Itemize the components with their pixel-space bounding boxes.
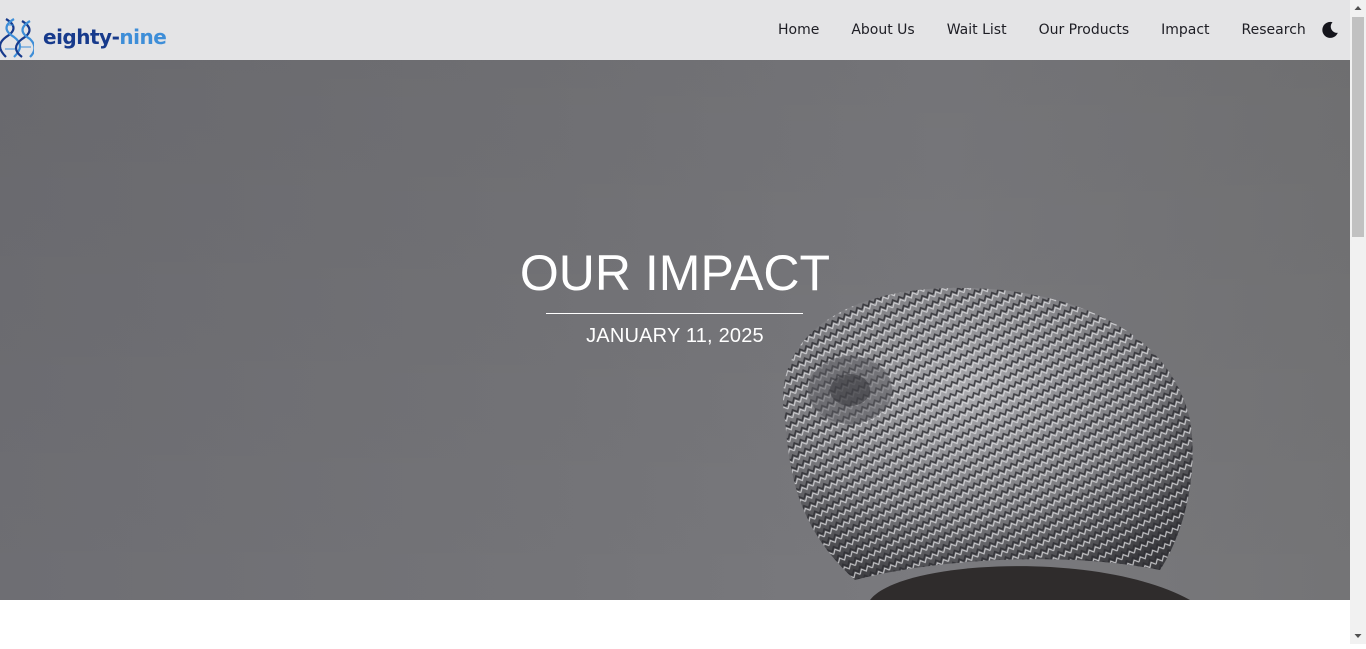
theme-toggle-button[interactable] bbox=[1320, 20, 1340, 40]
scroll-down-arrow-icon[interactable] bbox=[1350, 628, 1366, 644]
scrollbar-thumb[interactable] bbox=[1352, 17, 1364, 237]
main-nav: Home About Us Wait List Our Products Imp… bbox=[762, 0, 1322, 60]
moon-icon bbox=[1322, 21, 1338, 38]
page: eighty-nine Home About Us Wait List Our … bbox=[0, 0, 1350, 644]
brand-home-link[interactable]: eighty-nine bbox=[0, 17, 167, 59]
scroll-up-arrow-icon[interactable] bbox=[1350, 0, 1366, 16]
nav-link-wait-list[interactable]: Wait List bbox=[947, 22, 1007, 38]
hero-banner: OUR IMPACT JANUARY 11, 2025 bbox=[0, 60, 1350, 600]
nav-link-impact[interactable]: Impact bbox=[1161, 22, 1209, 38]
brand-name-part2: nine bbox=[119, 25, 167, 49]
hero-content: OUR IMPACT JANUARY 11, 2025 bbox=[0, 60, 1350, 600]
nav-link-home[interactable]: Home bbox=[778, 22, 819, 38]
page-scrollbar[interactable] bbox=[1350, 0, 1366, 644]
navbar: eighty-nine Home About Us Wait List Our … bbox=[0, 0, 1350, 60]
brand-name: eighty-nine bbox=[43, 25, 167, 49]
hero-divider bbox=[546, 313, 803, 314]
hero-title: OUR IMPACT bbox=[519, 245, 831, 301]
nav-link-about-us[interactable]: About Us bbox=[851, 22, 914, 38]
dna-helix-logo-icon bbox=[0, 18, 34, 58]
hero-date: JANUARY 11, 2025 bbox=[586, 325, 764, 347]
brand-name-part1: eighty- bbox=[43, 25, 120, 49]
nav-link-our-products[interactable]: Our Products bbox=[1039, 22, 1130, 38]
nav-link-research[interactable]: Research bbox=[1242, 22, 1306, 38]
